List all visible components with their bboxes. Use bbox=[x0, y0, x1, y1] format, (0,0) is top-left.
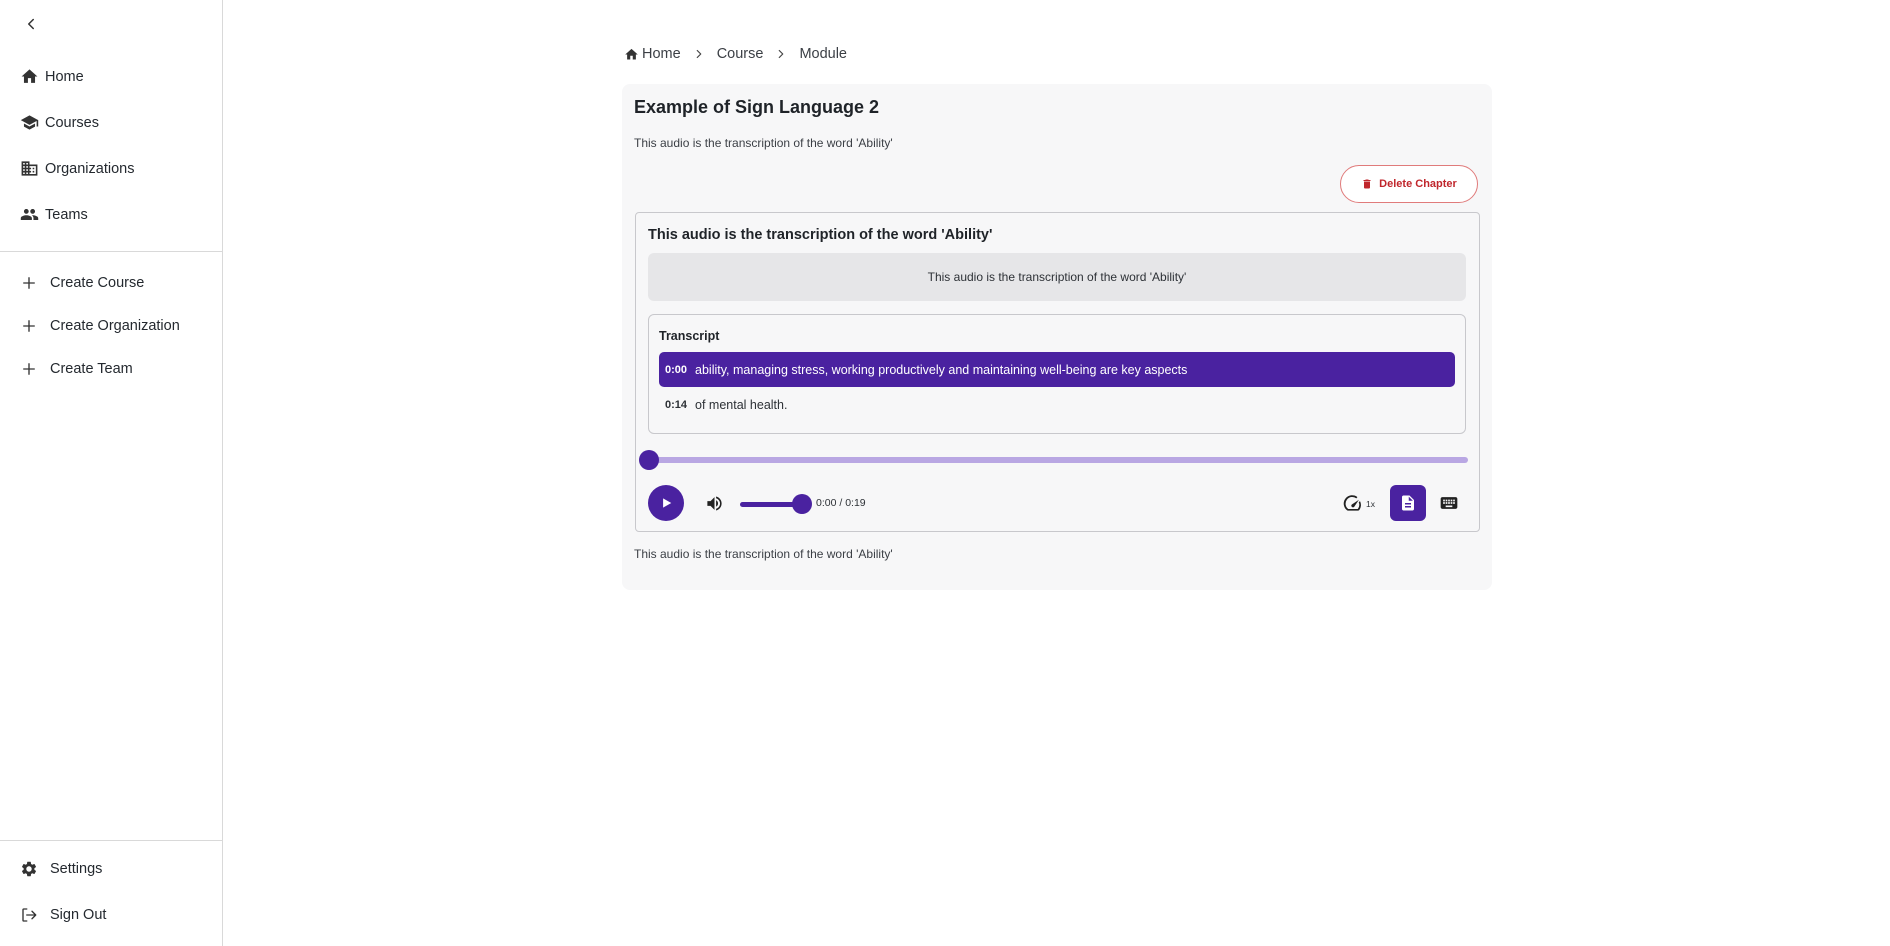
playback-speed-button[interactable]: 1x bbox=[1343, 494, 1375, 514]
breadcrumb-course-label: Course bbox=[716, 46, 764, 62]
transcript-panel: Transcript 0:00 ability, managing stress… bbox=[648, 314, 1466, 434]
create-team-label: Create Team bbox=[50, 361, 133, 377]
breadcrumb-module[interactable]: Module bbox=[799, 46, 847, 62]
cue-text: ability, managing stress, working produc… bbox=[695, 362, 1188, 377]
create-organization-button[interactable]: Create Organization bbox=[20, 317, 180, 335]
home-icon bbox=[21, 69, 38, 83]
speedometer-icon bbox=[1343, 495, 1361, 511]
create-organization-label: Create Organization bbox=[50, 318, 180, 334]
teams-icon bbox=[20, 208, 39, 221]
trash-icon bbox=[1363, 179, 1371, 189]
sidebar-divider bbox=[0, 251, 223, 252]
chapter-footer-description: This audio is the transcription of the w… bbox=[634, 547, 893, 561]
gear-icon bbox=[21, 861, 37, 877]
time-readout: 0:00 / 0:19 bbox=[816, 497, 866, 509]
player-title: This audio is the transcription of the w… bbox=[648, 227, 993, 243]
sidebar-item-label: Teams bbox=[45, 206, 88, 223]
audio-player: This audio is the transcription of the w… bbox=[635, 212, 1480, 532]
delete-chapter-button[interactable]: Delete Chapter bbox=[1340, 165, 1478, 203]
volume-handle[interactable] bbox=[792, 494, 812, 514]
chevron-right-icon bbox=[779, 49, 784, 59]
breadcrumb-module-label: Module bbox=[799, 46, 847, 62]
seek-handle[interactable] bbox=[639, 450, 659, 470]
transcript-cue[interactable]: 0:00 ability, managing stress, working p… bbox=[659, 352, 1455, 387]
keyboard-icon[interactable] bbox=[1439, 493, 1459, 513]
sidebar-item-teams[interactable]: Teams bbox=[20, 205, 88, 224]
volume-icon[interactable] bbox=[705, 494, 724, 513]
sidebar-item-label: Courses bbox=[45, 114, 99, 131]
settings-label: Settings bbox=[50, 861, 103, 877]
page-title: Example of Sign Language 2 bbox=[634, 97, 880, 117]
sidebar-divider bbox=[0, 840, 223, 841]
sidebar: Home Courses Organizations Teams Create … bbox=[0, 0, 223, 946]
seek-bar[interactable] bbox=[650, 457, 1468, 463]
cue-time: 0:00 bbox=[665, 363, 688, 376]
chapter-description: This audio is the transcription of the w… bbox=[634, 136, 893, 150]
transcript-title: Transcript bbox=[659, 329, 720, 343]
caption-display: This audio is the transcription of the w… bbox=[648, 253, 1466, 301]
cue-time: 0:14 bbox=[665, 398, 688, 411]
chevron-right-icon bbox=[696, 49, 702, 59]
courses-icon bbox=[20, 115, 39, 130]
chevron-left-icon[interactable] bbox=[22, 15, 40, 33]
sidebar-item-label: Organizations bbox=[45, 160, 135, 177]
organizations-icon bbox=[21, 161, 38, 176]
create-course-label: Create Course bbox=[50, 275, 145, 291]
create-course-button[interactable]: Create Course bbox=[20, 274, 144, 292]
delete-chapter-label: Delete Chapter bbox=[1379, 178, 1457, 190]
plus-icon bbox=[23, 320, 35, 332]
play-icon bbox=[663, 498, 672, 508]
playback-speed-label: 1x bbox=[1366, 499, 1375, 509]
chapter-card: Example of Sign Language 2 This audio is… bbox=[622, 84, 1492, 590]
create-team-button[interactable]: Create Team bbox=[20, 360, 133, 378]
transcript-cue[interactable]: 0:14 of mental health. bbox=[659, 387, 1455, 422]
document-icon bbox=[1402, 495, 1414, 511]
plus-icon bbox=[23, 363, 35, 375]
home-icon bbox=[625, 48, 638, 59]
sidebar-item-courses[interactable]: Courses bbox=[20, 113, 99, 132]
breadcrumb: Home Course Module bbox=[624, 46, 847, 62]
sign-out-button[interactable]: Sign Out bbox=[20, 906, 106, 924]
sidebar-item-organizations[interactable]: Organizations bbox=[20, 159, 134, 178]
sidebar-item-label: Home bbox=[45, 68, 84, 85]
breadcrumb-home[interactable]: Home bbox=[624, 46, 681, 62]
sign-out-label: Sign Out bbox=[50, 907, 107, 923]
breadcrumb-home-label: Home bbox=[642, 46, 681, 62]
sign-out-icon bbox=[22, 908, 37, 922]
sidebar-item-home[interactable]: Home bbox=[20, 67, 84, 86]
transcript-toggle-button[interactable] bbox=[1390, 485, 1426, 521]
settings-button[interactable]: Settings bbox=[20, 860, 102, 878]
breadcrumb-course[interactable]: Course bbox=[717, 46, 764, 62]
cue-text: of mental health. bbox=[695, 397, 788, 412]
plus-icon bbox=[23, 277, 35, 289]
play-button[interactable] bbox=[648, 485, 684, 521]
